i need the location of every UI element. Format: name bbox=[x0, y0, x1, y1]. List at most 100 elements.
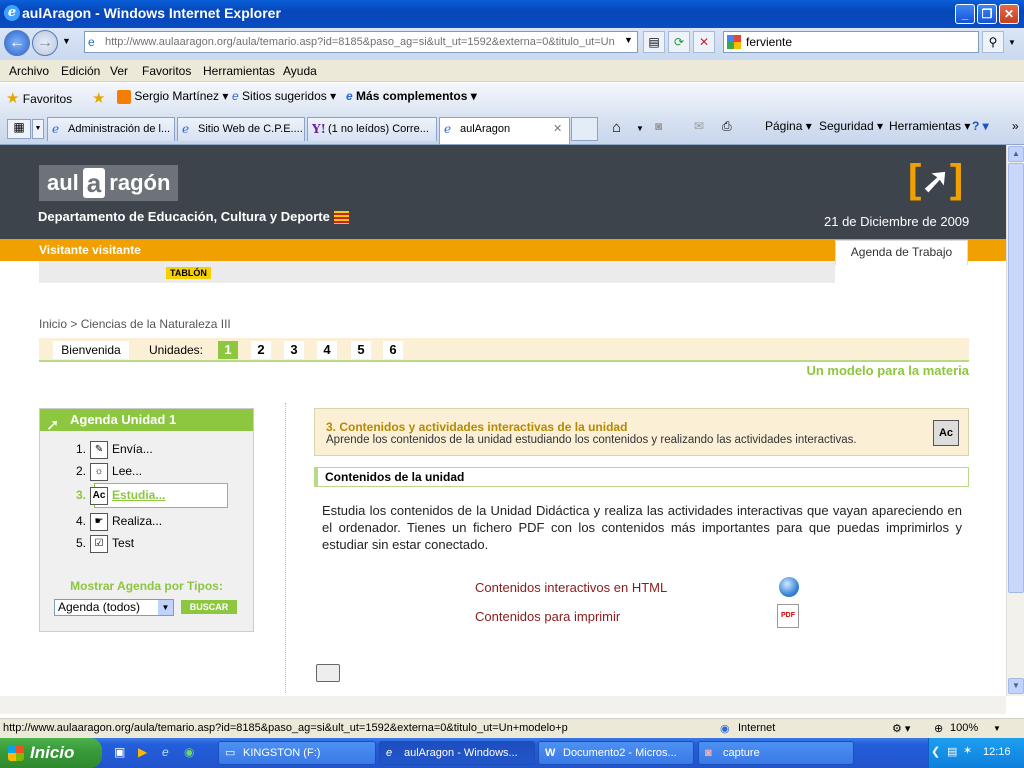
search-input[interactable]: ferviente bbox=[723, 31, 979, 53]
print-icon[interactable]: ⎙ bbox=[722, 119, 732, 134]
fav-item-sergio[interactable]: Sergio Martínez ▾ bbox=[117, 89, 228, 104]
agenda-item-realiza[interactable]: 4. ☛ Realiza... bbox=[76, 513, 162, 531]
unit-5-button[interactable]: 5 bbox=[351, 341, 371, 359]
ie-icon: e bbox=[386, 747, 393, 759]
quicklaunch-mediaplayer-icon[interactable]: ▶ bbox=[138, 745, 147, 759]
scroll-up-icon[interactable]: ▲ bbox=[1008, 146, 1024, 162]
agenda-item-envia[interactable]: 1. ✎ Envía... bbox=[76, 441, 153, 459]
home-icon[interactable]: ⌂ bbox=[612, 119, 621, 136]
compatibility-icon[interactable]: ▤ bbox=[643, 31, 665, 53]
taskbar-item-capture[interactable]: ◙ capture bbox=[698, 741, 854, 765]
mail-icon[interactable]: ✉ bbox=[694, 119, 704, 133]
welcome-link[interactable]: Bienvenida bbox=[53, 341, 129, 359]
tab-bar: ▦ ▼ e Administración de l... e Sitio Web d… bbox=[0, 113, 1024, 145]
quick-tabs-icon[interactable]: ▦ bbox=[7, 119, 31, 139]
address-bar[interactable]: e http://www.aulaaragon.org/aula/temario… bbox=[84, 31, 638, 53]
history-dropdown-icon[interactable]: ▼ bbox=[62, 36, 71, 46]
address-toolbar: ← → ▼ e http://www.aulaaragon.org/aula/t… bbox=[0, 28, 1024, 60]
agenda-item-lee[interactable]: 2. ☼ Lee... bbox=[76, 463, 142, 481]
tray-chevron-icon[interactable]: ❮ bbox=[931, 745, 940, 758]
menu-archivo[interactable]: Archivo bbox=[9, 64, 49, 78]
buscar-button[interactable]: BUSCAR bbox=[181, 600, 237, 614]
tab-list-icon[interactable]: ▼ bbox=[32, 119, 44, 139]
pdf-icon[interactable]: PDF bbox=[777, 604, 799, 628]
address-dropdown-icon[interactable]: ▼ bbox=[624, 35, 633, 45]
horizontal-scrollbar[interactable] bbox=[0, 696, 1006, 714]
quicklaunch-spotify-icon[interactable]: ◉ bbox=[184, 745, 194, 759]
taskbar: Inicio ▣ ▶ e ◉ ▭ KINGSTON (F:) e aulAragon… bbox=[0, 738, 1024, 768]
agenda-item-estudia[interactable]: 3. Ac Estudia... bbox=[76, 487, 165, 505]
menu-favoritos[interactable]: Favoritos bbox=[142, 64, 191, 78]
unit-2-button[interactable]: 2 bbox=[251, 341, 271, 359]
page-menu-label: Página bbox=[765, 119, 803, 133]
tab-correo[interactable]: Y! (1 no leídos) Corre... bbox=[307, 117, 437, 141]
home-dropdown-icon[interactable]: ▼ bbox=[636, 124, 644, 133]
maximize-button[interactable]: ❐ bbox=[977, 4, 997, 24]
unit-3-button[interactable]: 3 bbox=[284, 341, 304, 359]
agenda-type-value: Agenda (todos) bbox=[58, 600, 141, 614]
tab-aularagon[interactable]: e aulAragon ✕ bbox=[439, 117, 570, 144]
agenda-trabajo-tab[interactable]: Agenda de Trabajo bbox=[835, 240, 968, 265]
quicklaunch-explorer-icon[interactable]: ▣ bbox=[114, 745, 125, 759]
globe-icon[interactable] bbox=[779, 577, 799, 597]
fav-item-suggested[interactable]: e Sitios sugeridos ▾ bbox=[232, 89, 336, 103]
star-icon[interactable]: ✶ bbox=[963, 744, 972, 757]
scroll-down-icon[interactable]: ▼ bbox=[1008, 678, 1024, 694]
vertical-scrollbar[interactable]: ▲ ▼ bbox=[1006, 145, 1024, 696]
favorites-button[interactable]: ★ Favoritos bbox=[6, 89, 72, 107]
scroll-thumb[interactable] bbox=[1008, 163, 1024, 593]
taskbar-item-kingston[interactable]: ▭ KINGSTON (F:) bbox=[218, 741, 376, 765]
help-icon[interactable]: ? ▾ bbox=[972, 119, 989, 133]
filter-label: Mostrar Agenda por Tipos: bbox=[70, 579, 223, 593]
tools-menu[interactable]: Herramientas ▾ bbox=[889, 119, 970, 133]
menu-edicion[interactable]: Edición bbox=[61, 64, 100, 78]
department-label: Departamento de Educación, Cultura y Dep… bbox=[38, 209, 330, 224]
menu-ver[interactable]: Ver bbox=[110, 64, 128, 78]
printable-content-link[interactable]: Contenidos para imprimir bbox=[475, 609, 620, 624]
study-icon: Ac bbox=[90, 487, 109, 505]
close-button[interactable]: ✕ bbox=[999, 4, 1019, 24]
tab-sitio-web[interactable]: e Sitio Web de C.P.E.... bbox=[177, 117, 305, 141]
stop-icon[interactable]: ✕ bbox=[693, 31, 715, 53]
taskbar-item-documento[interactable]: W Documento2 - Micros... bbox=[538, 741, 694, 765]
taskbar-item-aularagon[interactable]: e aulAragon - Windows... bbox=[379, 741, 535, 765]
add-favorite-icon[interactable]: ★ bbox=[92, 89, 105, 107]
menu-ayuda[interactable]: Ayuda bbox=[283, 64, 317, 78]
breadcrumb[interactable]: Inicio > Ciencias de la Naturaleza III bbox=[39, 317, 231, 331]
new-tab-button[interactable] bbox=[571, 117, 598, 141]
feeds-icon[interactable]: ◙ bbox=[655, 119, 662, 133]
zoom-level[interactable]: 100% bbox=[950, 722, 978, 734]
search-text: ferviente bbox=[746, 35, 793, 49]
network-icon[interactable]: ▤ bbox=[947, 745, 957, 758]
refresh-icon[interactable]: ⟳ bbox=[668, 31, 690, 53]
fav-label-sergio: Sergio Martínez bbox=[134, 89, 220, 103]
back-button[interactable]: ← bbox=[4, 30, 30, 56]
protected-mode-icon[interactable]: ⚙ ▾ bbox=[892, 722, 910, 735]
search-icon[interactable]: ⚲ bbox=[982, 31, 1004, 53]
taskbar-item-label: aulAragon - Windows... bbox=[404, 747, 518, 759]
unit-4-button[interactable]: 4 bbox=[317, 341, 337, 359]
html-content-link[interactable]: Contenidos interactivos en HTML bbox=[475, 580, 667, 595]
unit-6-button[interactable]: 6 bbox=[383, 341, 403, 359]
agenda-item-test[interactable]: 5. ☑ Test bbox=[76, 535, 134, 553]
page-menu[interactable]: Página ▾ bbox=[765, 119, 812, 133]
security-menu[interactable]: Seguridad ▾ bbox=[819, 119, 883, 133]
zoom-icon[interactable]: ⊕ bbox=[934, 722, 943, 735]
quicklaunch-ie-icon[interactable]: e bbox=[162, 745, 169, 759]
minimize-button[interactable]: _ bbox=[955, 4, 975, 24]
search-options-icon[interactable]: ▼ bbox=[1008, 38, 1016, 47]
forward-button[interactable]: → bbox=[32, 30, 58, 56]
menu-herramientas[interactable]: Herramientas bbox=[203, 64, 275, 78]
printer-icon[interactable] bbox=[316, 664, 340, 682]
tablon-link[interactable]: TABLÓN bbox=[166, 267, 211, 279]
unit-1-button[interactable]: 1 bbox=[218, 341, 238, 359]
aularagon-logo[interactable]: aul a ragón bbox=[39, 165, 179, 201]
chevron-right-icon[interactable]: » bbox=[1012, 119, 1019, 133]
agenda-item-num: 5. bbox=[76, 536, 87, 551]
start-button[interactable]: Inicio bbox=[0, 738, 102, 768]
zoom-dropdown-icon[interactable]: ▼ bbox=[993, 724, 1001, 733]
agenda-type-select[interactable]: Agenda (todos) ▼ bbox=[54, 599, 174, 616]
close-tab-icon[interactable]: ✕ bbox=[553, 118, 562, 140]
fav-item-addons[interactable]: e Más complementos ▾ bbox=[346, 89, 477, 103]
tab-administracion[interactable]: e Administración de l... bbox=[47, 117, 175, 141]
